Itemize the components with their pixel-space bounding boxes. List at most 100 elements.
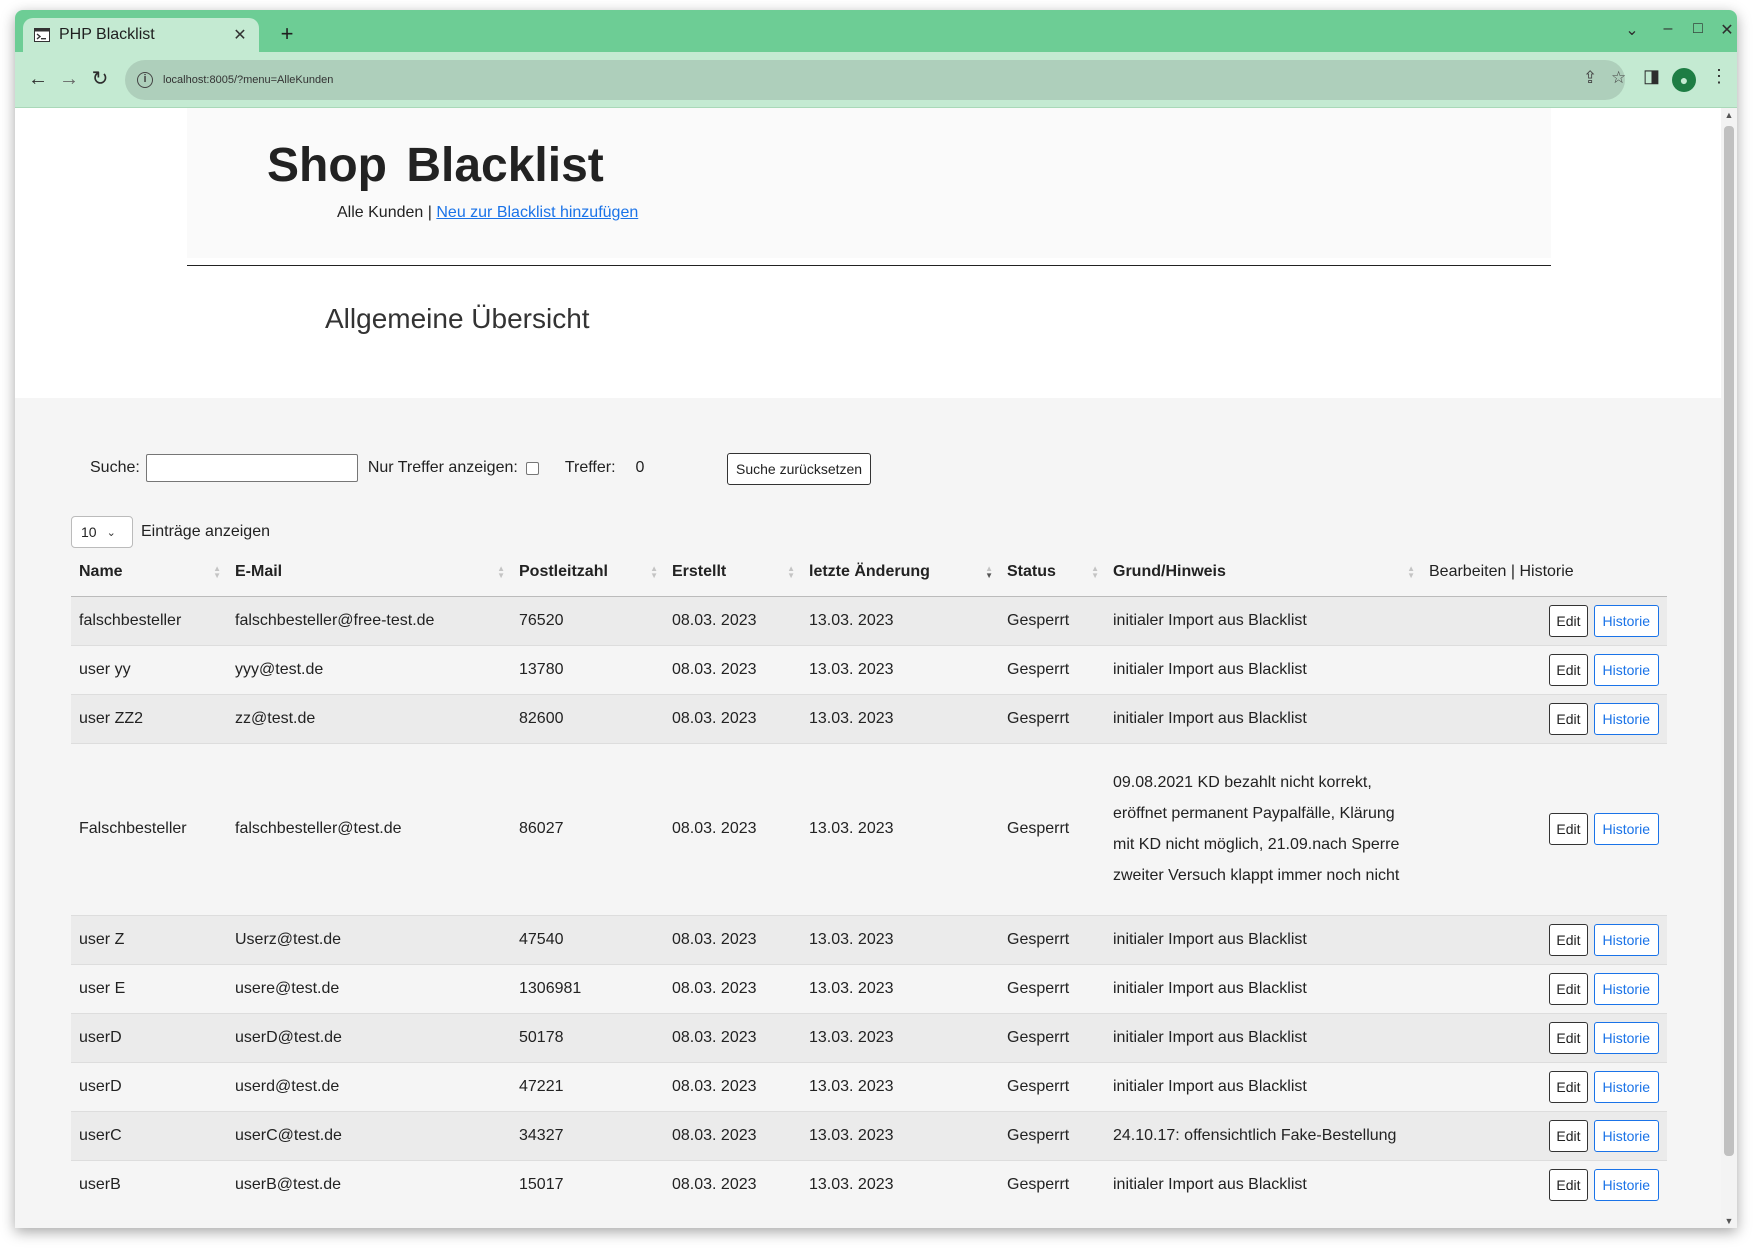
edit-button[interactable]: Edit xyxy=(1549,1168,1588,1201)
menu-kebab-icon[interactable]: ⋮ xyxy=(1710,66,1728,87)
maximize-icon[interactable]: □ xyxy=(1687,20,1709,38)
edit-button[interactable]: Edit xyxy=(1549,813,1588,845)
reload-icon[interactable]: ↻ xyxy=(87,66,113,92)
nav-separator: | xyxy=(427,204,432,221)
forward-arrow-icon[interactable]: → xyxy=(56,66,82,92)
cell-email: Userz@test.de xyxy=(227,914,511,964)
cell-name: falschbesteller xyxy=(71,595,227,645)
tab-search-chevron-icon[interactable]: ⌄ xyxy=(1621,20,1643,40)
hits-label: Treffer: xyxy=(564,459,616,476)
edit-button[interactable]: Edit xyxy=(1549,1021,1588,1054)
cell-last-change: 13.03. 2023 xyxy=(801,1012,999,1062)
column-header-actions: Bearbeiten | Historie xyxy=(1421,548,1667,597)
cell-name: user yy xyxy=(71,644,227,694)
column-header-last-change[interactable]: letzte Änderung ▲ ▼ xyxy=(801,548,999,597)
cell-zip: 50178 xyxy=(511,1012,664,1062)
cell-zip: 34327 xyxy=(511,1110,664,1160)
search-input[interactable] xyxy=(145,454,358,482)
column-header-zip[interactable]: Postleitzahl ▲ ▼ xyxy=(511,548,664,597)
edit-button[interactable]: Edit xyxy=(1549,923,1588,956)
side-panel-icon[interactable]: ◨ xyxy=(1643,66,1660,87)
customer-table: Name ▲ ▼ E-Mail ▲ ▼ Postleitzahl ▲ ▼ Erstellt ▲… xyxy=(71,548,1667,1209)
edit-button[interactable]: Edit xyxy=(1549,1119,1588,1152)
sort-icon: ▲ ▼ xyxy=(1407,564,1415,580)
reason-text: initialer Import aus Blacklist xyxy=(1113,931,1307,948)
table-row: Falschbesteller falschbesteller@test.de 86… xyxy=(71,742,1667,915)
cell-last-change: 13.03. 2023 xyxy=(801,1061,999,1111)
browser-window: PHP Blacklist ✕ + ⌄ – □ ✕ ← → ↻ i localh… xyxy=(15,10,1737,1228)
edit-button[interactable]: Edit xyxy=(1549,702,1588,735)
cell-actions: Edit Historie xyxy=(1421,1061,1667,1111)
history-button[interactable]: Historie xyxy=(1593,604,1659,637)
cell-email: usere@test.de xyxy=(227,963,511,1013)
table-body: falschbesteller falschbesteller@free-test… xyxy=(71,595,1667,1209)
edit-button[interactable]: Edit xyxy=(1549,604,1588,637)
actions-header-edit: Bearbeiten xyxy=(1429,562,1507,580)
window-close-icon[interactable]: ✕ xyxy=(1716,20,1737,40)
cell-name: userC xyxy=(71,1110,227,1160)
page-scrollbar[interactable]: ▲ ▼ xyxy=(1721,108,1737,1228)
minimize-icon[interactable]: – xyxy=(1657,20,1679,38)
cell-actions: Edit Historie xyxy=(1421,1159,1667,1209)
scroll-down-icon[interactable]: ▼ xyxy=(1721,1216,1737,1226)
cell-created: 08.03. 2023 xyxy=(664,963,801,1013)
history-button[interactable]: Historie xyxy=(1593,653,1659,686)
cell-actions: Edit Historie xyxy=(1421,1110,1667,1160)
reset-search-button[interactable]: Suche zurücksetzen xyxy=(727,453,872,485)
column-header-reason[interactable]: Grund/Hinweis ▲ ▼ xyxy=(1105,548,1421,597)
cell-created: 08.03. 2023 xyxy=(664,1110,801,1160)
scroll-up-icon[interactable]: ▲ xyxy=(1721,110,1737,120)
cell-created: 08.03. 2023 xyxy=(664,1061,801,1111)
column-header-email[interactable]: E-Mail ▲ ▼ xyxy=(227,548,511,597)
column-header-created[interactable]: Erstellt ▲ ▼ xyxy=(664,548,801,597)
scroll-thumb[interactable] xyxy=(1724,126,1734,1156)
column-header-name[interactable]: Name ▲ ▼ xyxy=(71,548,227,597)
history-button[interactable]: Historie xyxy=(1593,972,1659,1005)
history-button[interactable]: Historie xyxy=(1593,1070,1659,1103)
bookmark-star-icon[interactable]: ☆ xyxy=(1611,68,1626,88)
page-length-label: Einträge anzeigen xyxy=(141,523,270,540)
edit-button[interactable]: Edit xyxy=(1549,972,1588,1005)
cell-zip: 47221 xyxy=(511,1061,664,1111)
new-tab-icon[interactable]: + xyxy=(275,22,299,46)
cell-status: Gesperrt xyxy=(999,644,1105,694)
cell-email: zz@test.de xyxy=(227,693,511,743)
cell-email: userd@test.de xyxy=(227,1061,511,1111)
page-length-select[interactable]: 10 ⌄ xyxy=(71,516,133,548)
cell-created: 08.03. 2023 xyxy=(664,595,801,645)
history-button[interactable]: Historie xyxy=(1593,1021,1659,1054)
cell-last-change: 13.03. 2023 xyxy=(801,963,999,1013)
cell-name: Falschbesteller xyxy=(71,742,227,915)
cell-zip: 82600 xyxy=(511,693,664,743)
cell-actions: Edit Historie xyxy=(1421,693,1667,743)
share-icon[interactable]: ⇪ xyxy=(1583,68,1597,88)
cell-created: 08.03. 2023 xyxy=(664,644,801,694)
cell-reason: 09.08.2021 KD bezahlt nicht korrekt, erö… xyxy=(1105,742,1421,915)
edit-button[interactable]: Edit xyxy=(1549,653,1588,686)
reason-text: initialer Import aus Blacklist xyxy=(1113,710,1307,727)
history-button[interactable]: Historie xyxy=(1593,813,1659,845)
history-button[interactable]: Historie xyxy=(1593,923,1659,956)
cell-email: falschbesteller@test.de xyxy=(227,742,511,915)
address-bar[interactable]: i localhost:8005/?menu=AlleKunden ⇪ ☆ xyxy=(125,60,1626,100)
reason-text: initialer Import aus Blacklist xyxy=(1113,661,1307,678)
profile-avatar-icon[interactable]: ● xyxy=(1672,68,1696,92)
cell-status: Gesperrt xyxy=(999,914,1105,964)
back-arrow-icon[interactable]: ← xyxy=(25,66,51,92)
cell-status: Gesperrt xyxy=(999,742,1105,915)
address-url[interactable]: localhost:8005/?menu=AlleKunden xyxy=(163,74,333,86)
cell-status: Gesperrt xyxy=(999,595,1105,645)
cell-actions: Edit Historie xyxy=(1421,644,1667,694)
history-button[interactable]: Historie xyxy=(1593,702,1659,735)
column-header-status[interactable]: Status ▲ ▼ xyxy=(999,548,1105,597)
history-button[interactable]: Historie xyxy=(1593,1119,1659,1152)
tab-close-icon[interactable]: ✕ xyxy=(231,25,249,45)
only-hits-checkbox[interactable] xyxy=(525,461,539,475)
table-row: userD userD@test.de 50178 08.03. 2023 13.03.… xyxy=(71,1012,1667,1062)
site-info-icon[interactable]: i xyxy=(137,72,153,88)
browser-tab[interactable]: PHP Blacklist ✕ xyxy=(23,18,259,52)
nav-link-add-to-blacklist[interactable]: Neu zur Blacklist hinzufügen xyxy=(436,204,638,221)
edit-button[interactable]: Edit xyxy=(1549,1070,1588,1103)
only-hits-label: Nur Treffer anzeigen: xyxy=(367,459,518,476)
history-button[interactable]: Historie xyxy=(1593,1168,1659,1201)
